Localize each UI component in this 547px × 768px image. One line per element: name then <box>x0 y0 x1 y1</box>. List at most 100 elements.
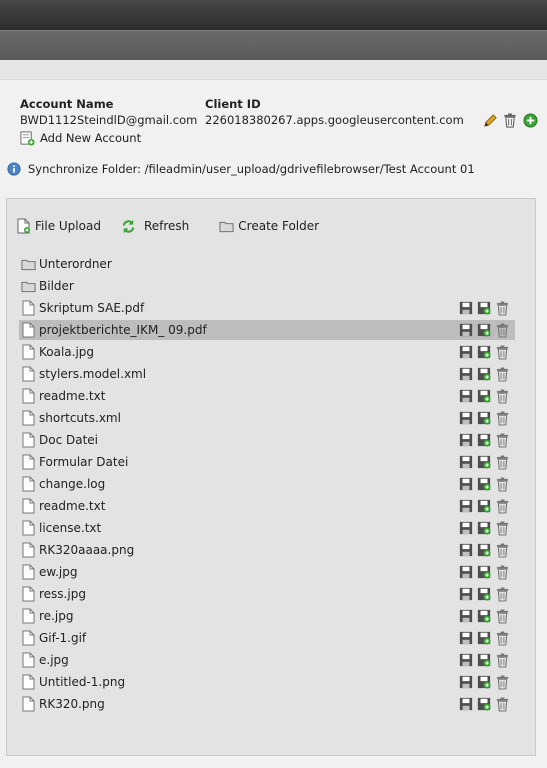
trash-icon[interactable] <box>494 366 510 382</box>
save-icon[interactable] <box>458 388 474 404</box>
save-icon[interactable] <box>458 432 474 448</box>
save-add-icon[interactable] <box>476 586 492 602</box>
save-icon[interactable] <box>458 300 474 316</box>
trash-icon[interactable] <box>494 586 510 602</box>
trash-icon[interactable] <box>494 674 510 690</box>
file-actions <box>458 520 510 536</box>
file-row[interactable]: ress.jpg <box>19 584 515 604</box>
trash-icon[interactable] <box>494 432 510 448</box>
trash-icon[interactable] <box>502 112 518 128</box>
save-add-icon[interactable] <box>476 564 492 580</box>
save-add-icon[interactable] <box>476 410 492 426</box>
folder-row[interactable]: Unterordner <box>19 254 515 274</box>
file-row[interactable]: ew.jpg <box>19 562 515 582</box>
save-add-icon[interactable] <box>476 608 492 624</box>
file-name: RK320.png <box>39 697 105 711</box>
folder-icon <box>20 256 36 272</box>
save-add-icon[interactable] <box>476 300 492 316</box>
save-add-icon[interactable] <box>476 542 492 558</box>
file-row[interactable]: Skriptum SAE.pdf <box>19 298 515 318</box>
save-add-icon[interactable] <box>476 696 492 712</box>
save-icon[interactable] <box>458 586 474 602</box>
trash-icon[interactable] <box>494 608 510 624</box>
save-icon[interactable] <box>458 564 474 580</box>
file-icon <box>20 564 36 580</box>
file-upload-button[interactable]: File Upload <box>17 218 101 234</box>
save-add-icon[interactable] <box>476 476 492 492</box>
file-row[interactable]: e.jpg <box>19 650 515 670</box>
file-row[interactable]: Gif-1.gif <box>19 628 515 648</box>
save-add-icon[interactable] <box>476 630 492 646</box>
file-row[interactable]: projektberichte_IKM_ 09.pdf <box>19 320 515 340</box>
file-icon <box>20 410 36 426</box>
pencil-icon[interactable] <box>482 112 498 128</box>
file-row[interactable]: re.jpg <box>19 606 515 626</box>
trash-icon[interactable] <box>494 454 510 470</box>
save-icon[interactable] <box>458 674 474 690</box>
trash-icon[interactable] <box>494 322 510 338</box>
file-row[interactable]: stylers.model.xml <box>19 364 515 384</box>
trash-icon[interactable] <box>494 498 510 514</box>
save-icon[interactable] <box>458 322 474 338</box>
save-icon[interactable] <box>458 608 474 624</box>
trash-icon[interactable] <box>494 300 510 316</box>
save-add-icon[interactable] <box>476 322 492 338</box>
add-new-account-button[interactable]: Add New Account <box>20 130 141 146</box>
create-folder-button[interactable]: Create Folder <box>219 219 319 233</box>
trash-icon[interactable] <box>494 542 510 558</box>
save-icon[interactable] <box>458 366 474 382</box>
save-icon[interactable] <box>458 344 474 360</box>
folder-row[interactable]: Bilder <box>19 276 515 296</box>
file-row[interactable]: Formular Datei <box>19 452 515 472</box>
file-row[interactable]: Doc Datei <box>19 430 515 450</box>
save-icon[interactable] <box>458 410 474 426</box>
file-actions <box>458 322 510 338</box>
file-row[interactable]: readme.txt <box>19 496 515 516</box>
save-add-icon[interactable] <box>476 366 492 382</box>
file-row[interactable]: readme.txt <box>19 386 515 406</box>
account-name-header: Account Name <box>20 97 114 111</box>
save-add-icon[interactable] <box>476 388 492 404</box>
file-row[interactable]: RK320.png <box>19 694 515 714</box>
trash-icon[interactable] <box>494 410 510 426</box>
save-add-icon[interactable] <box>476 674 492 690</box>
save-add-icon[interactable] <box>476 454 492 470</box>
trash-icon[interactable] <box>494 344 510 360</box>
file-actions <box>458 300 510 316</box>
save-add-icon[interactable] <box>476 344 492 360</box>
add-circle-icon[interactable] <box>522 112 538 128</box>
file-name: e.jpg <box>39 653 69 667</box>
refresh-button[interactable]: Refresh <box>121 219 189 234</box>
save-add-icon[interactable] <box>476 432 492 448</box>
save-icon[interactable] <box>458 652 474 668</box>
save-add-icon[interactable] <box>476 520 492 536</box>
file-row[interactable]: change.log <box>19 474 515 494</box>
client-id-header: Client ID <box>205 97 261 111</box>
file-row[interactable]: license.txt <box>19 518 515 538</box>
save-add-icon[interactable] <box>476 498 492 514</box>
trash-icon[interactable] <box>494 564 510 580</box>
trash-icon[interactable] <box>494 652 510 668</box>
file-icon <box>20 542 36 558</box>
file-name: ew.jpg <box>39 565 78 579</box>
trash-icon[interactable] <box>494 388 510 404</box>
save-add-icon[interactable] <box>476 652 492 668</box>
trash-icon[interactable] <box>494 476 510 492</box>
top-header-bar <box>0 0 547 30</box>
trash-icon[interactable] <box>494 520 510 536</box>
save-icon[interactable] <box>458 696 474 712</box>
save-icon[interactable] <box>458 498 474 514</box>
file-row[interactable]: Untitled-1.png <box>19 672 515 692</box>
file-row[interactable]: shortcuts.xml <box>19 408 515 428</box>
trash-icon[interactable] <box>494 696 510 712</box>
refresh-icon <box>121 219 136 234</box>
save-icon[interactable] <box>458 454 474 470</box>
trash-icon[interactable] <box>494 630 510 646</box>
save-icon[interactable] <box>458 476 474 492</box>
file-row[interactable]: Koala.jpg <box>19 342 515 362</box>
save-icon[interactable] <box>458 630 474 646</box>
file-row[interactable]: RK320aaaa.png <box>19 540 515 560</box>
file-actions <box>458 388 510 404</box>
save-icon[interactable] <box>458 542 474 558</box>
save-icon[interactable] <box>458 520 474 536</box>
